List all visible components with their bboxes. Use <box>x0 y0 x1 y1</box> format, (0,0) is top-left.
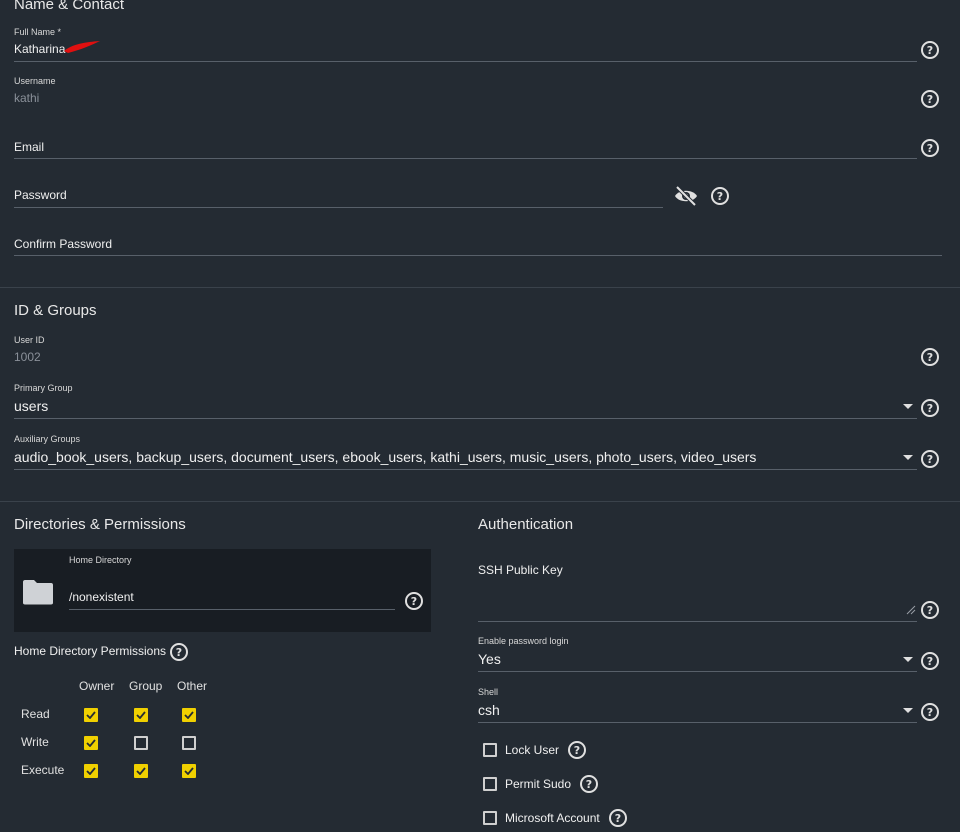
help-icon[interactable]: ? <box>921 399 939 417</box>
shell-select[interactable] <box>478 688 917 722</box>
primary-group-select[interactable] <box>14 384 917 418</box>
password-login-select[interactable] <box>478 637 917 671</box>
help-icon[interactable]: ? <box>921 348 939 366</box>
perm-checkbox[interactable] <box>84 764 98 778</box>
microsoft-account-label: Microsoft Account <box>505 811 600 825</box>
checkmark-icon <box>184 767 194 775</box>
perm-row-write: Write <box>21 735 49 749</box>
perm-checkbox[interactable] <box>182 764 196 778</box>
checkmark-icon <box>136 711 146 719</box>
username-label: Username <box>14 76 56 86</box>
checkmark-icon <box>184 711 194 719</box>
confirm-password-underline <box>14 255 942 256</box>
lock-user-checkbox[interactable] <box>483 743 497 757</box>
help-icon[interactable]: ? <box>921 450 939 468</box>
resize-grip-icon[interactable] <box>906 605 916 615</box>
primary-group-underline <box>14 418 917 419</box>
full-name-underline <box>14 61 917 62</box>
directories-title: Directories & Permissions <box>14 516 186 533</box>
password-underline <box>14 207 663 208</box>
caret-down-icon[interactable] <box>903 657 913 662</box>
help-icon[interactable]: ? <box>711 187 729 205</box>
help-icon[interactable]: ? <box>921 90 939 108</box>
auxiliary-groups-underline <box>14 469 917 470</box>
name-contact-title: Name & Contact <box>14 0 125 13</box>
caret-down-icon[interactable] <box>903 455 913 460</box>
full-name-input[interactable] <box>14 30 917 62</box>
perm-col-group: Group <box>129 679 163 693</box>
authentication-title: Authentication <box>478 516 574 533</box>
checkmark-icon <box>86 711 96 719</box>
lock-user-label: Lock User <box>505 743 560 757</box>
folder-icon[interactable] <box>22 579 54 605</box>
id-groups-title: ID & Groups <box>14 302 97 319</box>
ssh-key-label: SSH Public Key <box>478 563 563 577</box>
help-icon[interactable]: ? <box>580 775 598 793</box>
checkmark-icon <box>86 739 96 747</box>
confirm-password-field[interactable] <box>14 231 942 255</box>
perm-col-other: Other <box>177 679 208 693</box>
permissions-label: Home Directory Permissions <box>14 644 167 658</box>
perm-col-owner: Owner <box>79 679 115 693</box>
permit-sudo-label: Permit Sudo <box>505 777 572 791</box>
perm-row-execute: Execute <box>21 763 65 777</box>
microsoft-account-checkbox[interactable] <box>483 811 497 825</box>
help-icon[interactable]: ? <box>609 809 627 827</box>
help-icon[interactable]: ? <box>170 643 188 661</box>
user-id-label: User ID <box>14 335 45 345</box>
home-directory-underline <box>69 609 395 610</box>
help-icon[interactable]: ? <box>921 41 939 59</box>
help-icon[interactable]: ? <box>921 601 939 619</box>
help-icon[interactable]: ? <box>568 741 586 759</box>
home-directory-label: Home Directory <box>69 555 132 565</box>
user-id-value: 1002 <box>14 350 41 364</box>
help-icon[interactable]: ? <box>405 592 423 610</box>
ssh-key-underline <box>478 621 917 622</box>
checkmark-icon <box>86 767 96 775</box>
ssh-key-textarea[interactable] <box>478 580 917 621</box>
perm-checkbox[interactable] <box>134 708 148 722</box>
perm-checkbox[interactable] <box>134 764 148 778</box>
password-field[interactable] <box>14 182 663 207</box>
eye-off-icon[interactable] <box>674 185 698 207</box>
section-divider <box>0 287 960 288</box>
email-underline <box>14 158 917 159</box>
section-divider <box>0 501 960 502</box>
username-value: kathi <box>14 91 40 105</box>
auxiliary-groups-select[interactable] <box>14 435 917 469</box>
password-login-underline <box>478 671 917 672</box>
perm-checkbox[interactable] <box>182 736 196 750</box>
caret-down-icon[interactable] <box>903 708 913 713</box>
perm-checkbox[interactable] <box>134 736 148 750</box>
email-field[interactable] <box>14 134 917 158</box>
help-icon[interactable]: ? <box>921 139 939 157</box>
perm-checkbox[interactable] <box>182 708 196 722</box>
caret-down-icon[interactable] <box>903 404 913 409</box>
shell-underline <box>478 722 917 723</box>
perm-row-read: Read <box>21 707 50 721</box>
perm-checkbox[interactable] <box>84 708 98 722</box>
checkmark-icon <box>136 767 146 775</box>
help-icon[interactable]: ? <box>921 703 939 721</box>
home-directory-input[interactable] <box>69 580 395 609</box>
perm-checkbox[interactable] <box>84 736 98 750</box>
permit-sudo-checkbox[interactable] <box>483 777 497 791</box>
help-icon[interactable]: ? <box>921 652 939 670</box>
